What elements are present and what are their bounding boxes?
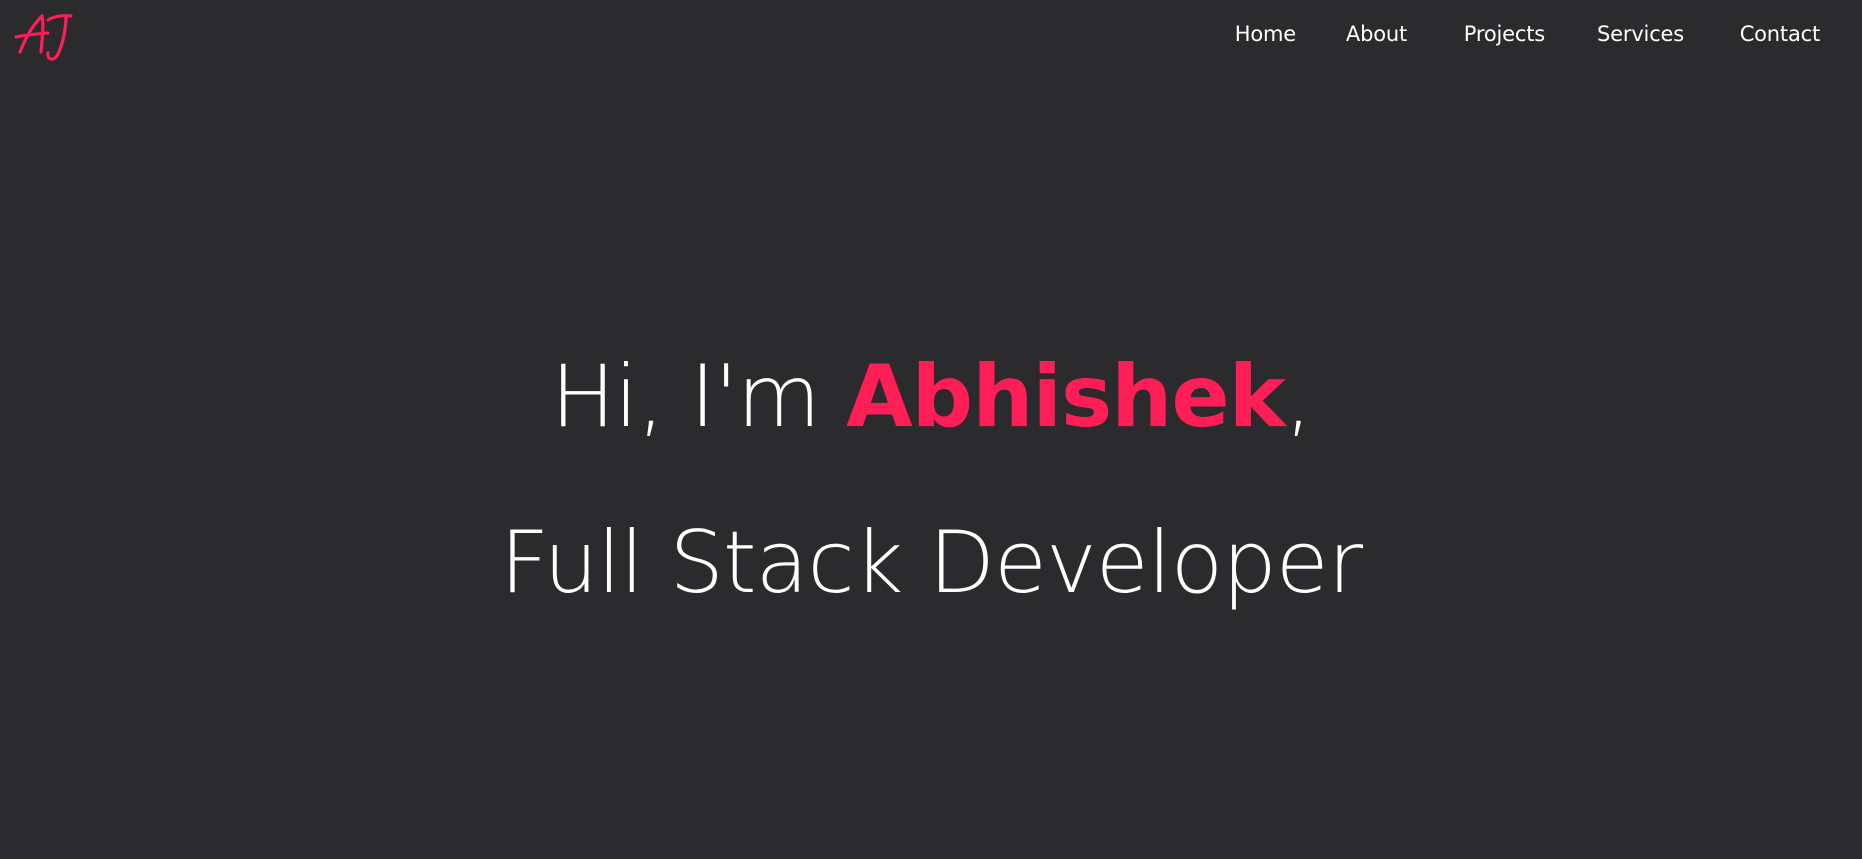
nav-item-services[interactable]: Services <box>1597 20 1684 48</box>
nav-item-projects[interactable]: Projects <box>1464 20 1545 48</box>
hero-name: Abhishek <box>846 347 1286 447</box>
hero-comma: , <box>1284 347 1312 447</box>
nav-item-about[interactable]: About <box>1346 20 1407 48</box>
nav-item-contact[interactable]: Contact <box>1740 20 1821 48</box>
logo-link[interactable]: AJ <box>14 6 84 66</box>
logo-mark: AJ <box>14 14 73 61</box>
hero-role: Full Stack Developer <box>499 513 1363 613</box>
nav-item-home[interactable]: Home <box>1235 20 1296 48</box>
hero-heading: Hi, I'm Abhishek, <box>0 342 1862 452</box>
hero-greeting: Hi, I'm <box>550 347 847 447</box>
